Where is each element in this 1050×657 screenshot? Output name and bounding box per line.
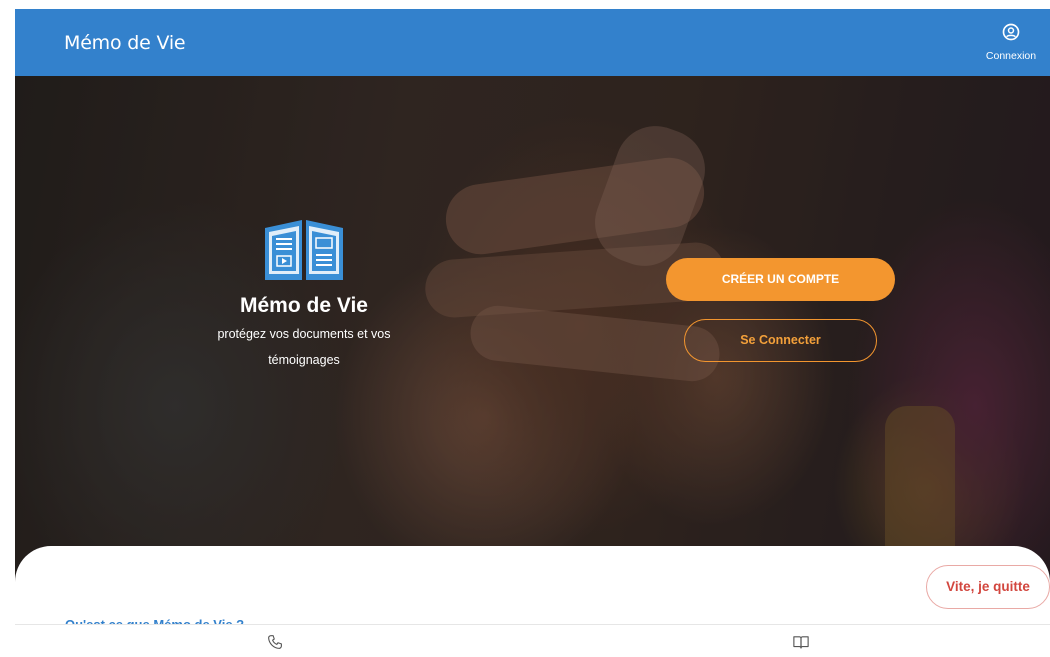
create-account-button[interactable]: CRÉER UN COMPTE [666, 258, 895, 301]
login-label: Connexion [985, 50, 1037, 62]
quick-exit-button[interactable]: Vite, je quitte [926, 565, 1050, 609]
hero-overlay [15, 76, 1050, 596]
hero-title: Mémo de Vie [240, 294, 368, 317]
book-icon[interactable] [792, 633, 810, 651]
sign-in-button[interactable]: Se Connecter [684, 319, 877, 362]
app-title: Mémo de Vie [64, 32, 186, 54]
hero-tagline: protégez vos documents et vos [217, 327, 391, 341]
phone-icon[interactable] [266, 633, 284, 651]
section-title: Qu'est ce que Mémo de Vie ? [65, 615, 244, 624]
bottom-nav [15, 624, 1050, 657]
app-frame: Mémo de Vie Connexion Mémo de Vie protég… [15, 9, 1050, 657]
login-button[interactable]: Connexion [980, 23, 1042, 65]
hero-tagline-continued: témoignages [268, 353, 340, 367]
account-circle-icon [1002, 23, 1020, 41]
open-book-icon [265, 220, 343, 280]
app-header: Mémo de Vie Connexion [15, 9, 1050, 76]
hero-banner: Mémo de Vie protégez vos documents et vo… [15, 76, 1050, 596]
